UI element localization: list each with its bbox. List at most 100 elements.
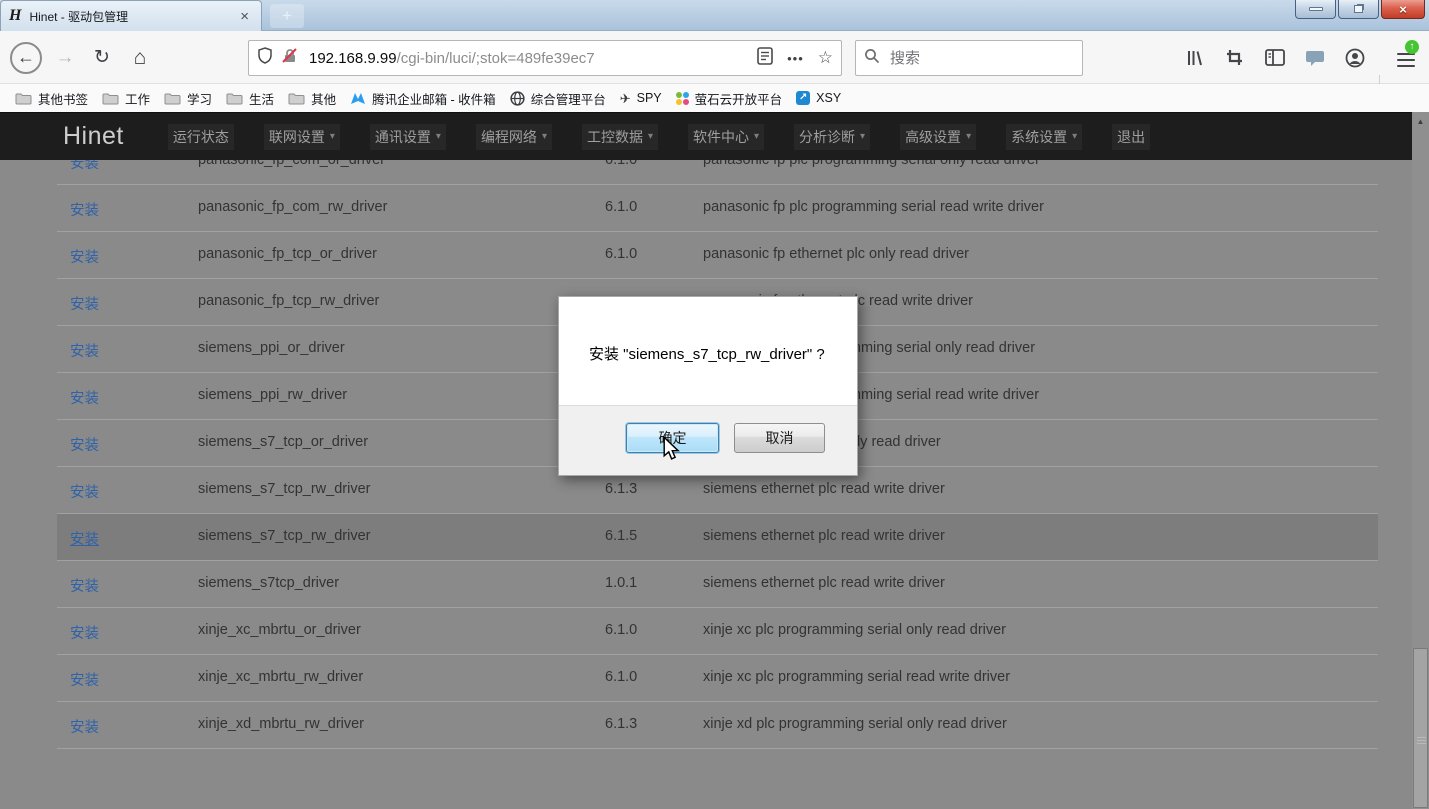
chevron-down-icon: ▾ xyxy=(648,131,653,142)
driver-description: siemens ethernet plc read write driver xyxy=(703,575,945,591)
folder-icon xyxy=(164,92,181,105)
page-actions-icon[interactable]: ••• xyxy=(787,51,804,66)
table-row: 安装 siemens_s7tcp_driver 1.0.1 siemens et… xyxy=(57,561,1378,608)
chevron-down-icon: ▾ xyxy=(330,131,335,142)
bookmark-ezviz-platform[interactable]: 萤石云开放平台 xyxy=(669,86,790,111)
url-text[interactable]: 192.168.9.99/cgi-bin/luci/;stok=489fe39e… xyxy=(309,50,751,67)
scrollbar[interactable]: ▲ xyxy=(1412,112,1429,809)
nav-item-logout[interactable]: 退出 xyxy=(1112,124,1150,150)
driver-version: 6.1.0 xyxy=(605,669,637,685)
bookmark-label: 综合管理平台 xyxy=(531,89,606,108)
bookmark-label: 腾讯企业邮箱 - 收件箱 xyxy=(372,89,496,108)
install-link[interactable]: 安装 xyxy=(70,575,99,596)
shield-icon[interactable] xyxy=(257,47,273,69)
install-link[interactable]: 安装 xyxy=(70,246,99,267)
browser-tab[interactable]: H Hinet - 驱动包管理 × xyxy=(0,0,262,31)
nav-item-system-settings[interactable]: 系统设置▾ xyxy=(1006,124,1082,150)
bookmark-folder-study[interactable]: 学习 xyxy=(157,86,219,111)
nav-item-industrial-data[interactable]: 工控数据▾ xyxy=(582,124,658,150)
driver-name: siemens_s7_tcp_or_driver xyxy=(198,434,368,450)
forward-icon: → xyxy=(56,47,75,69)
chevron-down-icon: ▾ xyxy=(754,131,759,142)
bookmark-folder-misc[interactable]: 其他 xyxy=(281,86,343,111)
account-icon[interactable] xyxy=(1344,47,1366,69)
bookmark-spy[interactable]: ✈ SPY xyxy=(613,88,669,108)
dialog-message: 安装 "siemens_s7_tcp_rw_driver" ? xyxy=(589,343,825,364)
arrow-box-icon: ↗ xyxy=(796,91,810,105)
window-controls: × xyxy=(1295,0,1425,19)
driver-description: siemens ethernet plc read write driver xyxy=(703,528,945,544)
chat-icon[interactable] xyxy=(1304,47,1326,69)
bookmark-tencent-mail[interactable]: 腾讯企业邮箱 - 收件箱 xyxy=(343,86,503,111)
install-link[interactable]: 安装 xyxy=(70,387,99,408)
driver-version: 6.1.0 xyxy=(605,246,637,262)
screenshot-icon[interactable] xyxy=(1224,47,1246,69)
insecure-lock-icon[interactable] xyxy=(281,47,299,70)
nav-item-programming-network[interactable]: 编程网络▾ xyxy=(476,124,552,150)
driver-name: panasonic_fp_tcp_rw_driver xyxy=(198,293,379,309)
nav-item-software-center[interactable]: 软件中心▾ xyxy=(688,124,764,150)
bookmark-xsy[interactable]: ↗ XSY xyxy=(789,88,848,108)
restore-button[interactable] xyxy=(1338,0,1379,19)
reload-icon: ↻ xyxy=(94,46,110,69)
table-row: 安装 panasonic_fp_com_rw_driver 6.1.0 pana… xyxy=(57,185,1378,232)
site-nav: Hinet 运行状态 联网设置▾ 通讯设置▾ 编程网络▾ 工控数据▾ 软件中心▾… xyxy=(0,112,1412,160)
library-icon[interactable] xyxy=(1184,47,1206,69)
driver-version: 6.1.0 xyxy=(605,199,637,215)
driver-name: panasonic_fp_com_rw_driver xyxy=(198,199,387,215)
driver-version: 1.0.1 xyxy=(605,575,637,591)
install-link[interactable]: 安装 xyxy=(70,340,99,361)
install-link[interactable]: 安装 xyxy=(70,199,99,220)
search-input[interactable] xyxy=(888,49,1091,68)
update-badge-icon: ↑ xyxy=(1405,40,1419,54)
bookmark-star-icon[interactable]: ☆ xyxy=(818,48,833,68)
bookmark-folder-work[interactable]: 工作 xyxy=(95,86,157,111)
reader-mode-icon[interactable] xyxy=(757,47,773,70)
home-button[interactable]: ⌂ xyxy=(122,31,158,84)
nav-item-comm-settings[interactable]: 通讯设置▾ xyxy=(370,124,446,150)
install-link[interactable]: 安装 xyxy=(70,160,99,173)
forward-button: → xyxy=(48,31,82,84)
driver-description: panasonic fp plc programming serial read… xyxy=(703,199,1044,215)
close-window-button[interactable]: × xyxy=(1381,0,1425,19)
nav-item-run-status[interactable]: 运行状态 xyxy=(168,124,234,150)
globe-icon xyxy=(510,91,525,106)
chevron-down-icon: ▾ xyxy=(1072,131,1077,142)
folder-icon xyxy=(15,92,32,105)
restore-icon xyxy=(1354,5,1363,13)
install-link[interactable]: 安装 xyxy=(70,528,99,549)
table-row: 安装 xinje_xc_mbrtu_or_driver 6.1.0 xinje … xyxy=(57,608,1378,655)
install-link[interactable]: 安装 xyxy=(70,669,99,690)
install-link[interactable]: 安装 xyxy=(70,716,99,737)
bookmark-folder-life[interactable]: 生活 xyxy=(219,86,281,111)
nav-item-advanced-settings[interactable]: 高级设置▾ xyxy=(900,124,976,150)
install-link[interactable]: 安装 xyxy=(70,481,99,502)
install-link[interactable]: 安装 xyxy=(70,434,99,455)
driver-table: 安装 panasonic_fp_com_or_driver 6.1.0 pana… xyxy=(0,160,1412,809)
nav-item-diagnostics[interactable]: 分析诊断▾ xyxy=(794,124,870,150)
install-link[interactable]: 安装 xyxy=(70,293,99,314)
search-bar[interactable] xyxy=(855,40,1083,76)
new-tab-button[interactable]: + xyxy=(270,4,304,28)
bookmark-folder-other-bookmarks[interactable]: 其他书签 xyxy=(8,86,95,111)
nav-item-network-settings[interactable]: 联网设置▾ xyxy=(264,124,340,150)
chevron-down-icon: ▾ xyxy=(860,131,865,142)
search-icon xyxy=(864,48,880,69)
scrollbar-thumb[interactable] xyxy=(1413,648,1428,808)
dialog-cancel-button[interactable]: 取消 xyxy=(734,423,825,453)
driver-name: siemens_ppi_rw_driver xyxy=(198,387,347,403)
back-button[interactable]: ← xyxy=(6,31,46,84)
bookmark-label: 萤石云开放平台 xyxy=(695,89,783,108)
scroll-up-button[interactable]: ▲ xyxy=(1412,114,1429,129)
install-link[interactable]: 安装 xyxy=(70,622,99,643)
driver-name: siemens_s7_tcp_rw_driver xyxy=(198,528,370,544)
reload-button[interactable]: ↻ xyxy=(84,31,120,84)
sidebar-icon[interactable] xyxy=(1264,47,1286,69)
driver-version: 6.1.5 xyxy=(605,528,637,544)
mouse-cursor xyxy=(661,436,683,467)
tab-close-icon[interactable]: × xyxy=(236,8,253,25)
chevron-down-icon: ▾ xyxy=(542,131,547,142)
url-bar[interactable]: 192.168.9.99/cgi-bin/luci/;stok=489fe39e… xyxy=(248,40,842,76)
minimize-button[interactable] xyxy=(1295,0,1336,19)
bookmark-management-platform[interactable]: 综合管理平台 xyxy=(503,86,613,111)
